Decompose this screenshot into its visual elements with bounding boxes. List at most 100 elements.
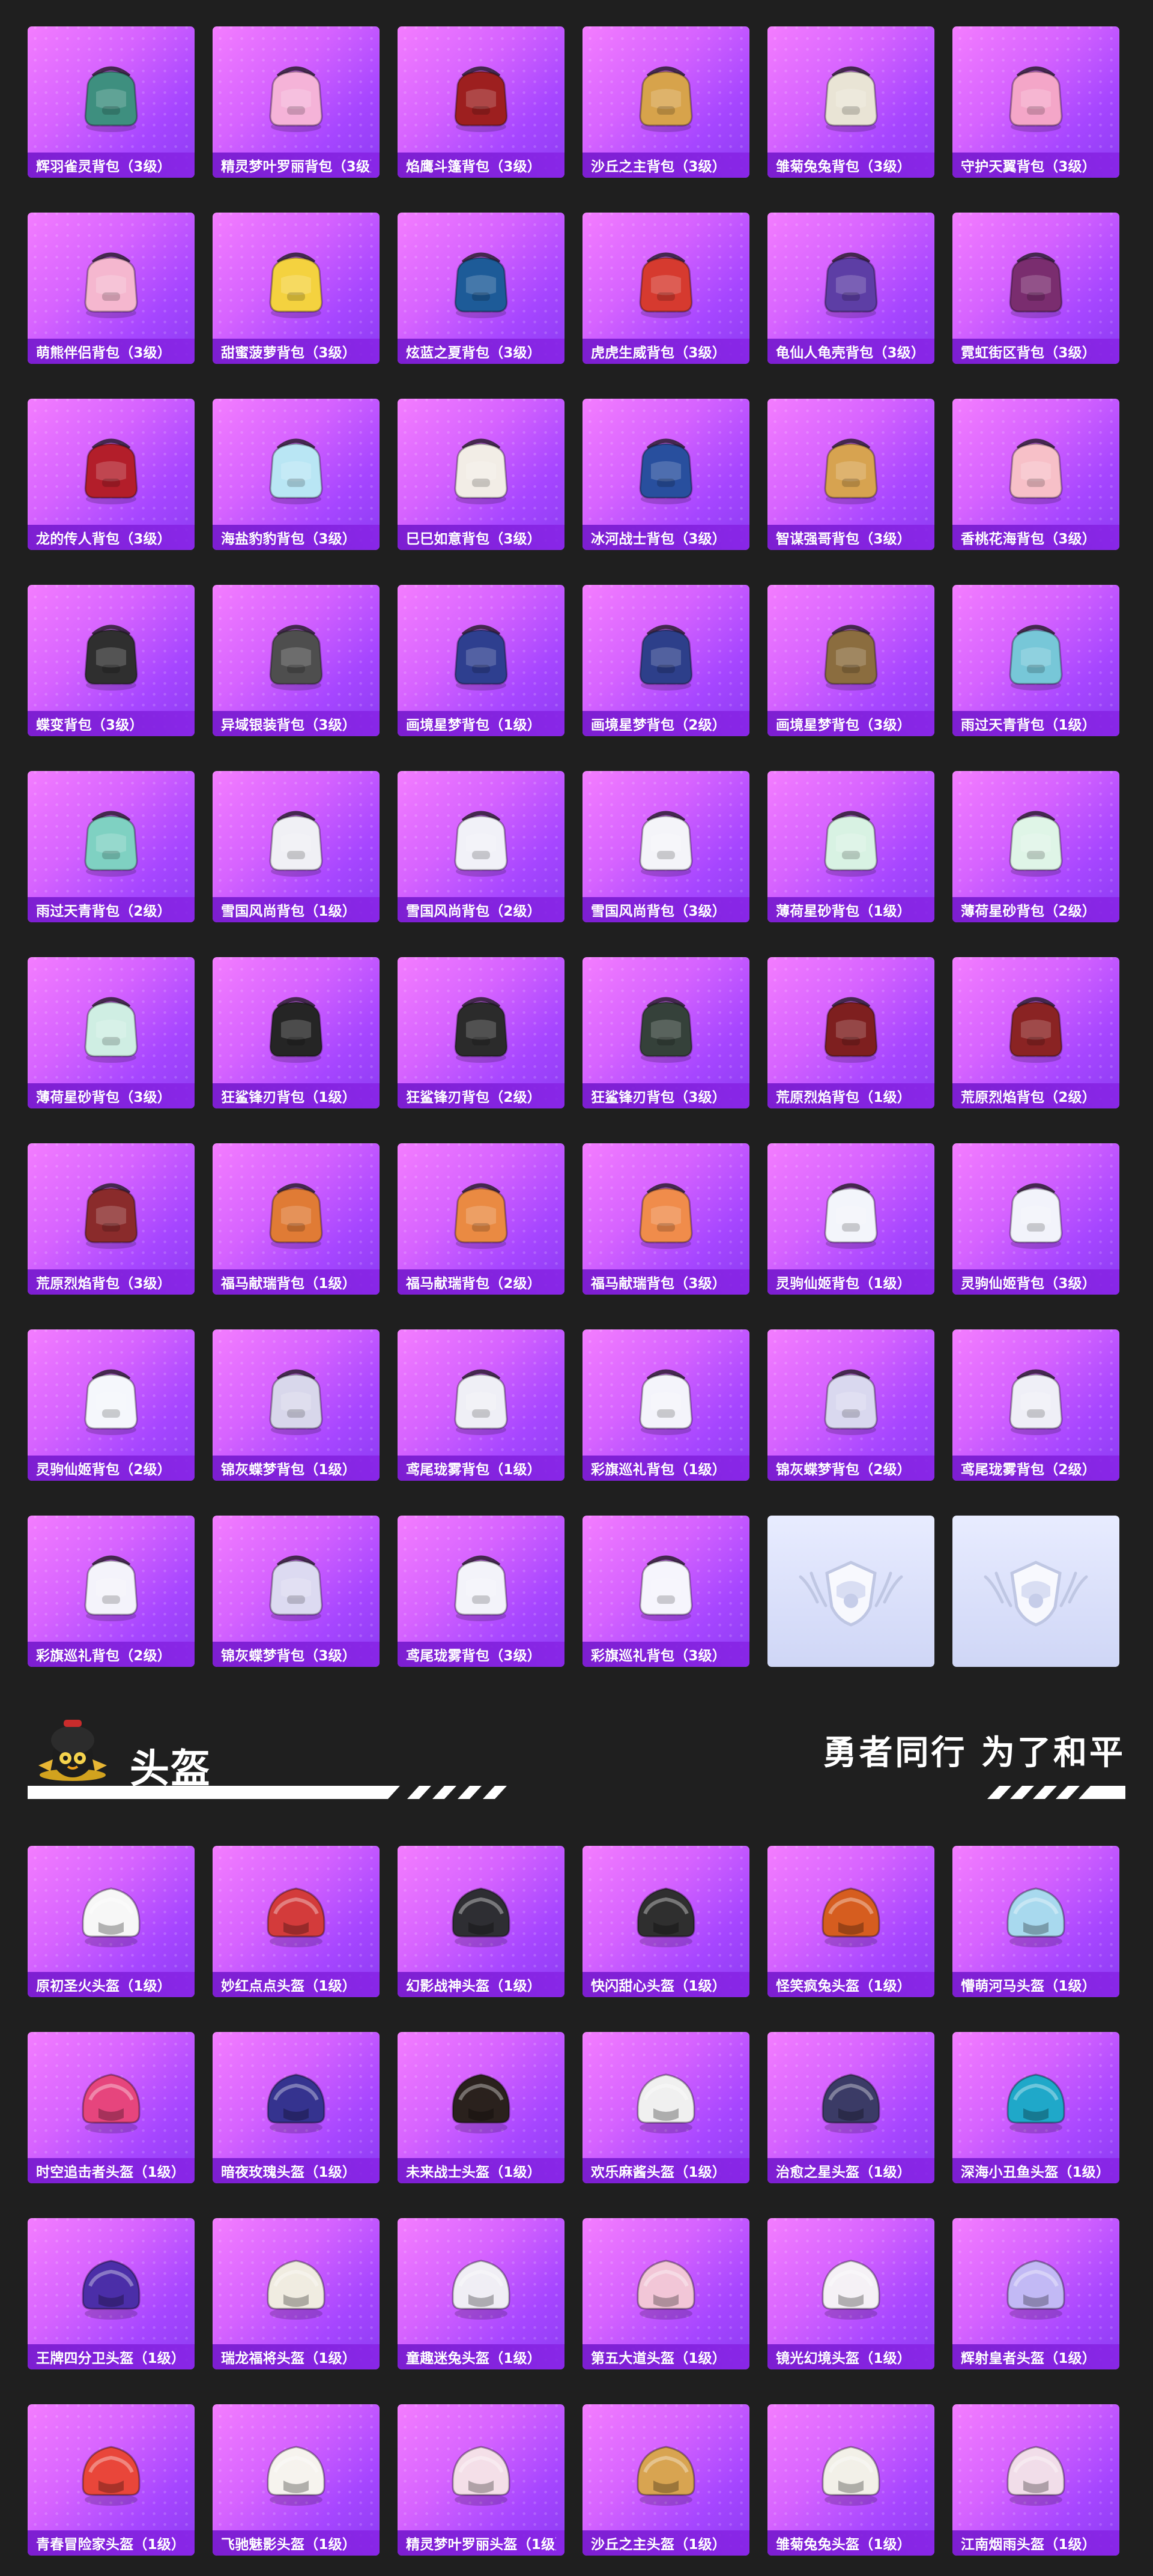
backpack-label-bar: 龙的传人背包（3级） <box>28 525 195 550</box>
backpack-label: 香桃花海背包（3级） <box>961 531 1097 547</box>
backpack-icon <box>806 796 896 886</box>
backpack-card[interactable]: 薄荷星砂背包（3级） <box>28 957 195 1108</box>
backpack-label: 龟仙人龟壳背包（3级） <box>776 345 925 361</box>
backpack-card[interactable]: 灵驹仙姬背包（3级） <box>952 1143 1119 1295</box>
backpack-card[interactable]: 雨过天青背包（1级） <box>952 585 1119 736</box>
helmet-card[interactable]: 欢乐麻酱头盔（1级） <box>583 2032 749 2183</box>
backpack-card[interactable]: 精灵梦叶罗丽背包（3级） <box>213 26 380 178</box>
backpack-label: 炫蓝之夏背包（3级） <box>406 345 542 361</box>
helmet-label: 暗夜玫瑰头盔（1级） <box>221 2165 357 2180</box>
backpack-card[interactable]: 龙的传人背包（3级） <box>28 399 195 550</box>
backpack-label-bar: 香桃花海背包（3级） <box>952 525 1119 550</box>
helmet-card[interactable]: 辉射皇者头盔（1级） <box>952 2218 1119 2369</box>
helmet-label: 王牌四分卫头盔（1级） <box>36 2351 186 2366</box>
helmet-card[interactable]: 江南烟雨头盔（1级） <box>952 2404 1119 2556</box>
backpack-placeholder-card[interactable] <box>952 1516 1119 1667</box>
helmet-card[interactable]: 瑞龙福将头盔（1级） <box>213 2218 380 2369</box>
helmet-card[interactable]: 幻影战神头盔（1级） <box>398 1846 564 1997</box>
backpack-card[interactable]: 锦灰蝶梦背包（3级） <box>213 1516 380 1667</box>
helmet-card[interactable]: 时空追击者头盔（1级） <box>28 2032 195 2183</box>
backpack-card[interactable]: 福马献瑞背包（1级） <box>213 1143 380 1295</box>
helmet-card[interactable]: 未来战士头盔（1级） <box>398 2032 564 2183</box>
backpack-card[interactable]: 雪国风尚背包（1级） <box>213 771 380 922</box>
backpack-card[interactable]: 萌熊伴侣背包（3级） <box>28 213 195 364</box>
helmet-label: 时空追击者头盔（1级） <box>36 2165 186 2180</box>
backpack-label: 薄荷星砂背包（3级） <box>36 1090 172 1105</box>
backpack-card[interactable]: 画境星梦背包（1级） <box>398 585 564 736</box>
backpack-card[interactable]: 冰河战士背包（3级） <box>583 399 749 550</box>
backpack-card[interactable]: 鸢尾珑雾背包（2级） <box>952 1329 1119 1481</box>
backpack-card[interactable]: 辉羽雀灵背包（3级） <box>28 26 195 178</box>
backpack-card[interactable]: 沙丘之主背包（3级） <box>583 26 749 178</box>
backpack-card[interactable]: 荒原烈焰背包（3级） <box>28 1143 195 1295</box>
backpack-card[interactable]: 荒原烈焰背包（1级） <box>767 957 934 1108</box>
helmet-card[interactable]: 青春冒险家头盔（1级） <box>28 2404 195 2556</box>
helmet-icon <box>66 2057 156 2147</box>
helmet-card[interactable]: 暗夜玫瑰头盔（1级） <box>213 2032 380 2183</box>
backpack-label: 甜蜜菠萝背包（3级） <box>221 345 357 361</box>
backpack-card[interactable]: 画境星梦背包（3级） <box>767 585 934 736</box>
backpack-card[interactable]: 薄荷星砂背包（2级） <box>952 771 1119 922</box>
helmet-card[interactable]: 雏菊兔兔头盔（1级） <box>767 2404 934 2556</box>
backpack-card[interactable]: 巳巳如意背包（3级） <box>398 399 564 550</box>
backpack-card[interactable]: 狂鲨锋刃背包（1级） <box>213 957 380 1108</box>
backpack-label-bar: 灵驹仙姬背包（3级） <box>952 1269 1119 1295</box>
helmet-card[interactable]: 治愈之星头盔（1级） <box>767 2032 934 2183</box>
backpack-card[interactable]: 薄荷星砂背包（1级） <box>767 771 934 922</box>
backpack-label: 巳巳如意背包（3级） <box>406 531 542 547</box>
backpack-card[interactable]: 炫蓝之夏背包（3级） <box>398 213 564 364</box>
backpack-card[interactable]: 鸢尾珑雾背包（3级） <box>398 1516 564 1667</box>
backpack-label-bar: 狂鲨锋刃背包（2级） <box>398 1083 564 1108</box>
backpack-card[interactable]: 雨过天青背包（2级） <box>28 771 195 922</box>
helmet-card[interactable]: 沙丘之主头盔（1级） <box>583 2404 749 2556</box>
backpack-card[interactable]: 彩旗巡礼背包（2级） <box>28 1516 195 1667</box>
backpack-card[interactable]: 异域银装背包（3级） <box>213 585 380 736</box>
backpack-card[interactable]: 福马献瑞背包（2级） <box>398 1143 564 1295</box>
backpack-card[interactable]: 智谋强哥背包（3级） <box>767 399 934 550</box>
backpack-card[interactable]: 霓虹街区背包（3级） <box>952 213 1119 364</box>
helmet-card[interactable]: 王牌四分卫头盔（1级） <box>28 2218 195 2369</box>
backpack-card[interactable]: 龟仙人龟壳背包（3级） <box>767 213 934 364</box>
backpack-placeholder-card[interactable] <box>767 1516 934 1667</box>
helmet-card[interactable]: 原初圣火头盔（1级） <box>28 1846 195 1997</box>
backpack-card[interactable]: 虎虎生威背包（3级） <box>583 213 749 364</box>
backpack-card[interactable]: 彩旗巡礼背包（1级） <box>583 1329 749 1481</box>
backpack-card[interactable]: 蝶变背包（3级） <box>28 585 195 736</box>
helmet-card[interactable]: 飞驰魅影头盔（1级） <box>213 2404 380 2556</box>
backpack-card[interactable]: 画境星梦背包（2级） <box>583 585 749 736</box>
backpack-card[interactable]: 鸢尾珑雾背包（1级） <box>398 1329 564 1481</box>
backpack-card[interactable]: 香桃花海背包（3级） <box>952 399 1119 550</box>
backpack-card[interactable]: 雪国风尚背包（3级） <box>583 771 749 922</box>
helmet-card[interactable]: 妙红点点头盔（1级） <box>213 1846 380 1997</box>
helmet-label: 未来战士头盔（1级） <box>406 2165 542 2180</box>
backpack-card[interactable]: 守护天翼背包（3级） <box>952 26 1119 178</box>
backpack-card[interactable]: 福马献瑞背包（3级） <box>583 1143 749 1295</box>
helmet-label: 雏菊兔兔头盔（1级） <box>776 2537 912 2553</box>
backpack-label: 精灵梦叶罗丽背包（3级） <box>221 159 371 175</box>
backpack-card[interactable]: 彩旗巡礼背包（3级） <box>583 1516 749 1667</box>
helmet-card[interactable]: 快闪甜心头盔（1级） <box>583 1846 749 1997</box>
backpack-card[interactable]: 灵驹仙姬背包（2级） <box>28 1329 195 1481</box>
helmet-card[interactable]: 精灵梦叶罗丽头盔（1级） <box>398 2404 564 2556</box>
helmet-card[interactable]: 懵萌河马头盔（1级） <box>952 1846 1119 1997</box>
backpack-card[interactable]: 荒原烈焰背包（2级） <box>952 957 1119 1108</box>
slogan-underline <box>987 1786 1125 1799</box>
backpack-card[interactable]: 海盐豹豹背包（3级） <box>213 399 380 550</box>
backpack-card[interactable]: 雏菊兔兔背包（3级） <box>767 26 934 178</box>
helmet-card[interactable]: 怪笑疯兔头盔（1级） <box>767 1846 934 1997</box>
backpack-card[interactable]: 甜蜜菠萝背包（3级） <box>213 213 380 364</box>
backpack-card[interactable]: 焰鹰斗篷背包（3级） <box>398 26 564 178</box>
helmet-card[interactable]: 童趣迷兔头盔（1级） <box>398 2218 564 2369</box>
backpack-label: 灵驹仙姬背包（2级） <box>36 1462 172 1478</box>
helmet-card[interactable]: 第五大道头盔（1级） <box>583 2218 749 2369</box>
helmet-card[interactable]: 深海小丑鱼头盔（1级） <box>952 2032 1119 2183</box>
helmet-card[interactable]: 镜光幻境头盔（1级） <box>767 2218 934 2369</box>
backpack-card[interactable]: 灵驹仙姬背包（1级） <box>767 1143 934 1295</box>
backpack-card[interactable]: 雪国风尚背包（2级） <box>398 771 564 922</box>
helmet-icon <box>436 1870 526 1961</box>
backpack-card[interactable]: 狂鲨锋刃背包（3级） <box>583 957 749 1108</box>
backpack-icon <box>806 1168 896 1258</box>
backpack-card[interactable]: 锦灰蝶梦背包（2级） <box>767 1329 934 1481</box>
backpack-card[interactable]: 狂鲨锋刃背包（2级） <box>398 957 564 1108</box>
backpack-card[interactable]: 锦灰蝶梦背包（1级） <box>213 1329 380 1481</box>
